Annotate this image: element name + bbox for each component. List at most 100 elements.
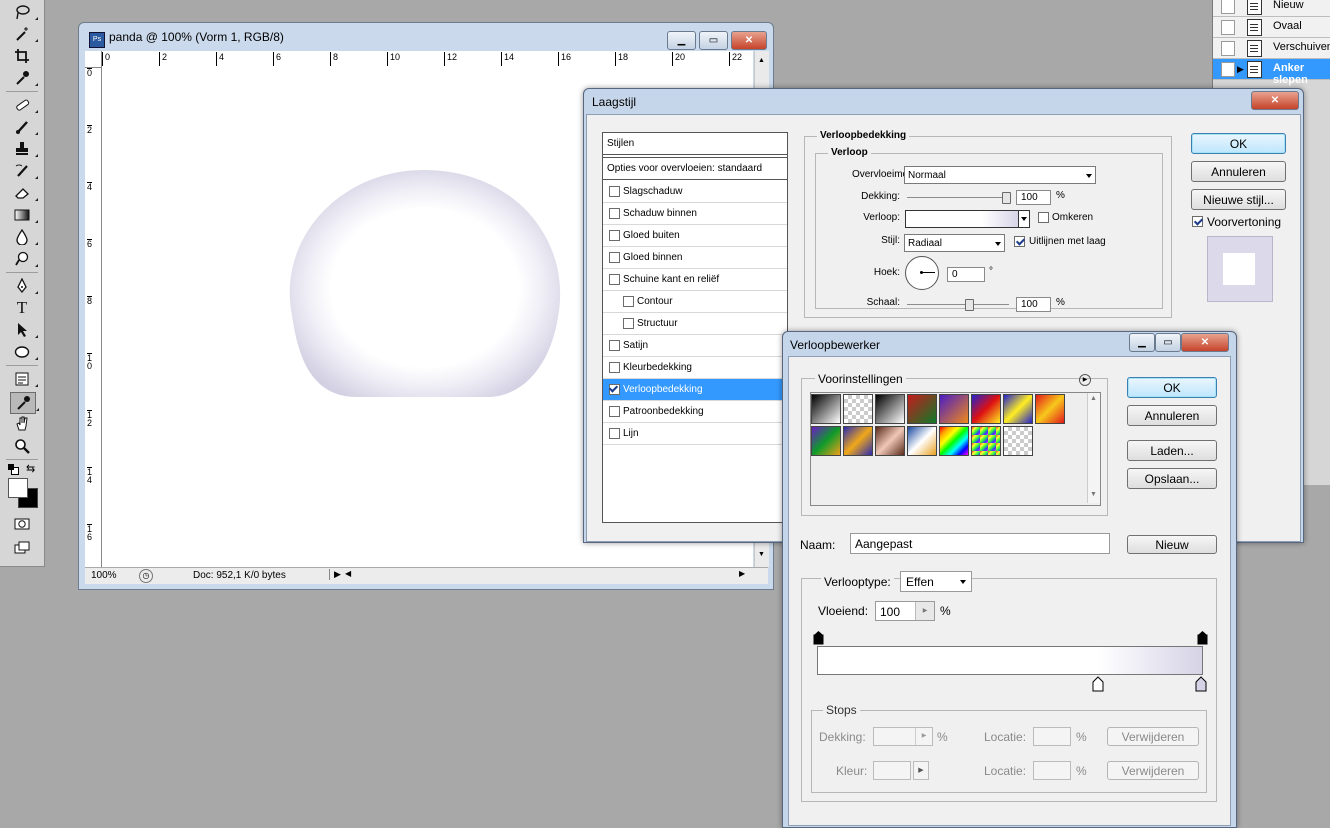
name-input[interactable]: Aangepast bbox=[850, 533, 1110, 554]
history-item-selected[interactable]: ▶ Anker slepen bbox=[1213, 59, 1330, 86]
scroll-up-icon[interactable]: ▲ bbox=[1090, 395, 1097, 402]
gradient-picker[interactable] bbox=[905, 210, 1020, 228]
preset-swatch[interactable] bbox=[875, 426, 905, 456]
opacity-slider[interactable] bbox=[907, 197, 1009, 198]
minimize-button[interactable]: ▁ bbox=[667, 31, 696, 50]
maximize-button[interactable]: ▭ bbox=[699, 31, 728, 50]
healing-brush-icon[interactable] bbox=[10, 95, 38, 115]
screen-mode-icon[interactable] bbox=[10, 538, 34, 558]
style-checkbox[interactable] bbox=[609, 406, 620, 417]
presets-scrollbar[interactable]: ▲ ▼ bbox=[1087, 393, 1100, 503]
preset-swatch[interactable] bbox=[939, 394, 969, 424]
notes-icon[interactable] bbox=[10, 369, 38, 389]
default-colors-icon[interactable] bbox=[8, 464, 19, 475]
opacity-input[interactable]: 100 bbox=[1016, 190, 1051, 205]
opacity-slider-knob[interactable] bbox=[1002, 192, 1011, 204]
blur-icon[interactable] bbox=[10, 227, 38, 247]
styles-header[interactable]: Stijlen bbox=[603, 133, 787, 155]
blending-options[interactable]: Opties voor overvloeien: standaard bbox=[603, 157, 787, 180]
style-checkbox[interactable] bbox=[609, 252, 620, 263]
eyedropper-active-icon[interactable] bbox=[10, 392, 39, 414]
preset-swatch[interactable] bbox=[811, 426, 841, 456]
crop-icon[interactable] bbox=[10, 46, 34, 66]
gradient-bar[interactable] bbox=[817, 646, 1203, 675]
foreground-color-swatch[interactable] bbox=[8, 478, 28, 498]
path-selection-icon[interactable] bbox=[10, 320, 38, 340]
pen-icon[interactable] bbox=[10, 276, 38, 296]
presets-menu-icon[interactable]: ▶ bbox=[1079, 374, 1091, 386]
reverse-checkbox[interactable] bbox=[1038, 212, 1049, 223]
style-item[interactable]: Contour bbox=[603, 291, 787, 313]
style-item[interactable]: Gloed binnen bbox=[603, 247, 787, 269]
ok-button[interactable]: OK bbox=[1191, 133, 1286, 154]
style-checkbox[interactable] bbox=[609, 428, 620, 439]
zoom-icon[interactable] bbox=[10, 436, 34, 456]
preset-swatch[interactable] bbox=[939, 426, 969, 456]
preview-checkbox[interactable] bbox=[1192, 216, 1203, 227]
new-button[interactable]: Nieuw bbox=[1127, 535, 1217, 554]
scroll-down-icon[interactable]: ▼ bbox=[1090, 491, 1097, 498]
close-button[interactable]: ✕ bbox=[731, 31, 767, 50]
gradient-icon[interactable] bbox=[10, 205, 38, 225]
gradient-type-select[interactable]: Effen bbox=[900, 571, 972, 592]
brush-icon[interactable] bbox=[10, 117, 38, 137]
opacity-stop-left[interactable] bbox=[813, 630, 824, 645]
style-item[interactable]: Kleurbedekking bbox=[603, 357, 787, 379]
style-checkbox[interactable] bbox=[609, 186, 620, 197]
ellipse-icon[interactable] bbox=[10, 342, 38, 362]
style-item[interactable]: Lijn bbox=[603, 423, 787, 445]
history-snapshot-checkbox[interactable] bbox=[1221, 20, 1235, 35]
clone-stamp-icon[interactable] bbox=[10, 139, 38, 159]
minimize-button[interactable]: ▁ bbox=[1129, 333, 1155, 352]
preset-swatch[interactable] bbox=[971, 426, 1001, 456]
status-arrow-icon[interactable]: ▶ bbox=[329, 569, 341, 580]
preset-swatch[interactable] bbox=[907, 394, 937, 424]
cancel-button[interactable]: Annuleren bbox=[1127, 405, 1217, 426]
history-snapshot-checkbox[interactable] bbox=[1221, 62, 1235, 77]
gradient-dropdown[interactable] bbox=[1018, 210, 1030, 228]
ok-button[interactable]: OK bbox=[1127, 377, 1217, 398]
history-snapshot-checkbox[interactable] bbox=[1221, 0, 1235, 14]
close-button[interactable]: ✕ bbox=[1181, 333, 1229, 352]
preset-swatch[interactable] bbox=[1035, 394, 1065, 424]
color-stop-midpoint[interactable] bbox=[1092, 676, 1104, 692]
ruler-origin[interactable] bbox=[85, 51, 102, 68]
style-item[interactable]: Patroonbedekking bbox=[603, 401, 787, 423]
opacity-stop-right[interactable] bbox=[1197, 630, 1208, 645]
quick-mask-icon[interactable] bbox=[10, 514, 34, 534]
style-checkbox[interactable] bbox=[609, 384, 620, 395]
style-checkbox[interactable] bbox=[609, 208, 620, 219]
history-snapshot-checkbox[interactable] bbox=[1221, 41, 1235, 56]
history-item[interactable]: Ovaal bbox=[1213, 17, 1330, 38]
preset-swatch[interactable] bbox=[843, 426, 873, 456]
angle-dial[interactable] bbox=[905, 256, 939, 290]
scroll-down-icon[interactable]: ▼ bbox=[758, 551, 765, 558]
scroll-right-icon[interactable]: ▶ bbox=[739, 569, 745, 578]
preset-swatch[interactable] bbox=[843, 394, 873, 424]
scroll-up-icon[interactable]: ▲ bbox=[758, 57, 765, 64]
style-item[interactable]: Schuine kant en reliëf bbox=[603, 269, 787, 291]
status-menu-icon[interactable]: ◷ bbox=[139, 569, 153, 583]
preset-swatch[interactable] bbox=[907, 426, 937, 456]
style-checkbox[interactable] bbox=[623, 296, 634, 307]
magic-wand-icon[interactable] bbox=[10, 24, 38, 44]
load-button[interactable]: Laden... bbox=[1127, 440, 1217, 461]
hand-icon[interactable] bbox=[10, 414, 34, 434]
scale-input[interactable]: 100 bbox=[1016, 297, 1051, 312]
cancel-button[interactable]: Annuleren bbox=[1191, 161, 1286, 182]
scale-slider[interactable] bbox=[907, 304, 1009, 305]
close-button[interactable]: ✕ bbox=[1251, 91, 1299, 110]
align-with-layer-checkbox[interactable] bbox=[1014, 236, 1025, 247]
style-checkbox[interactable] bbox=[609, 340, 620, 351]
style-select[interactable]: Radiaal bbox=[904, 234, 1005, 252]
preset-swatch[interactable] bbox=[811, 394, 841, 424]
preset-swatch[interactable] bbox=[875, 394, 905, 424]
style-item[interactable]: Schaduw binnen bbox=[603, 203, 787, 225]
type-icon[interactable]: T bbox=[10, 298, 34, 318]
preset-swatch[interactable] bbox=[1003, 394, 1033, 424]
angle-input[interactable]: 0 bbox=[947, 267, 985, 282]
scroll-left-icon[interactable]: ◀ bbox=[345, 569, 351, 578]
eraser-icon[interactable] bbox=[10, 183, 38, 203]
save-button[interactable]: Opslaan... bbox=[1127, 468, 1217, 489]
style-item[interactable]: Structuur bbox=[603, 313, 787, 335]
